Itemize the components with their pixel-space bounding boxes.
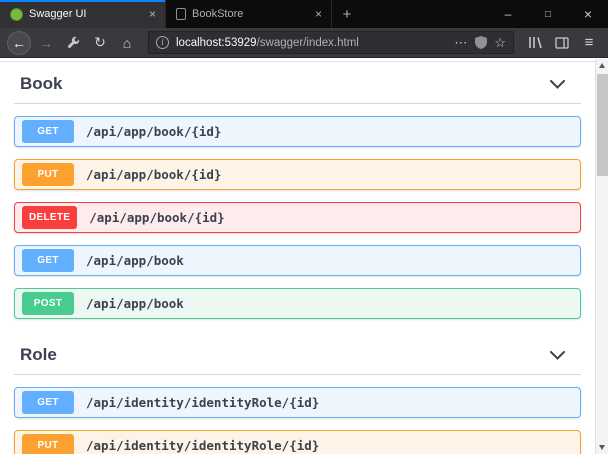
endpoint-row[interactable]: POST /api/app/book bbox=[14, 288, 581, 319]
minimize-button[interactable]: – bbox=[488, 0, 528, 28]
reload-button[interactable]: ↻ bbox=[88, 31, 112, 55]
endpoint-path: /api/identity/identityRole/{id} bbox=[86, 395, 319, 410]
page-favicon-icon bbox=[176, 8, 186, 20]
endpoint-row[interactable]: GET /api/identity/identityRole/{id} bbox=[14, 387, 581, 418]
section-header-role[interactable]: Role bbox=[14, 331, 581, 375]
menu-icon[interactable]: ≡ bbox=[577, 31, 601, 55]
tab-close-icon[interactable]: × bbox=[312, 7, 325, 21]
swagger-page: Book GET /api/app/book/{id} PUT /api/app… bbox=[0, 59, 595, 454]
section-header-book[interactable]: Book bbox=[14, 62, 581, 104]
section-title: Book bbox=[20, 74, 63, 94]
endpoint-path: /api/identity/identityRole/{id} bbox=[86, 438, 319, 453]
url-bar[interactable]: i localhost:53929/swagger/index.html ⋯ ☆ bbox=[148, 31, 514, 54]
tab-title: Swagger UI bbox=[29, 8, 140, 20]
triangle-down-icon bbox=[599, 445, 605, 450]
endpoint-row[interactable]: GET /api/app/book/{id} bbox=[14, 116, 581, 147]
method-badge: POST bbox=[22, 292, 74, 315]
endpoint-path: /api/app/book/{id} bbox=[89, 210, 224, 225]
section-title: Role bbox=[20, 345, 57, 365]
method-badge: GET bbox=[22, 391, 74, 414]
new-tab-button[interactable]: + bbox=[332, 0, 362, 28]
vertical-scrollbar[interactable] bbox=[595, 59, 608, 454]
scroll-down-icon[interactable] bbox=[596, 441, 608, 454]
endpoint-row[interactable]: PUT /api/identity/identityRole/{id} bbox=[14, 430, 581, 454]
endpoint-path: /api/app/book bbox=[86, 296, 184, 311]
home-button[interactable]: ⌂ bbox=[115, 31, 139, 55]
method-badge: GET bbox=[22, 249, 74, 272]
triangle-up-icon bbox=[599, 63, 605, 68]
tab-title: BookStore bbox=[192, 8, 306, 20]
url-host: localhost:53929 bbox=[176, 37, 257, 49]
endpoint-path: /api/app/book/{id} bbox=[86, 124, 221, 139]
page-actions-icon[interactable]: ⋯ bbox=[454, 35, 468, 51]
endpoint-path: /api/app/book bbox=[86, 253, 184, 268]
tab-swagger-ui[interactable]: Swagger UI × bbox=[0, 0, 166, 28]
sidebar-icon[interactable] bbox=[550, 31, 574, 55]
endpoint-list-role: GET /api/identity/identityRole/{id} PUT … bbox=[0, 375, 595, 454]
close-window-button[interactable]: × bbox=[568, 0, 608, 28]
url-path: /swagger/index.html bbox=[257, 37, 359, 49]
wrench-icon[interactable] bbox=[61, 31, 85, 55]
tab-close-icon[interactable]: × bbox=[146, 7, 159, 21]
scrollbar-thumb[interactable] bbox=[597, 74, 608, 176]
window-titlebar: Swagger UI × BookStore × + – □ × bbox=[0, 0, 608, 28]
method-badge: PUT bbox=[22, 434, 74, 454]
method-badge: PUT bbox=[22, 163, 74, 186]
shield-icon[interactable] bbox=[475, 36, 487, 49]
endpoint-list-book: GET /api/app/book/{id} PUT /api/app/book… bbox=[0, 104, 595, 319]
url-text: localhost:53929/swagger/index.html bbox=[176, 37, 447, 49]
browser-toolbar: ← → ↻ ⌂ i localhost:53929/swagger/index.… bbox=[0, 28, 608, 58]
swagger-favicon-icon bbox=[10, 8, 23, 21]
endpoint-path: /api/app/book/{id} bbox=[86, 167, 221, 182]
bookmark-star-icon[interactable]: ☆ bbox=[494, 35, 506, 51]
endpoint-row[interactable]: GET /api/app/book bbox=[14, 245, 581, 276]
chevron-down-icon[interactable] bbox=[550, 351, 565, 360]
titlebar-drag-area bbox=[362, 0, 488, 28]
method-badge: GET bbox=[22, 120, 74, 143]
chevron-down-icon[interactable] bbox=[550, 80, 565, 89]
library-icon[interactable] bbox=[523, 31, 547, 55]
back-button[interactable]: ← bbox=[7, 31, 31, 55]
maximize-button[interactable]: □ bbox=[528, 0, 568, 28]
tab-bookstore[interactable]: BookStore × bbox=[166, 0, 332, 28]
endpoint-row[interactable]: PUT /api/app/book/{id} bbox=[14, 159, 581, 190]
forward-button[interactable]: → bbox=[34, 31, 58, 55]
site-info-icon[interactable]: i bbox=[156, 36, 169, 49]
scroll-up-icon[interactable] bbox=[596, 59, 608, 72]
method-badge: DELETE bbox=[22, 206, 77, 229]
window-controls: – □ × bbox=[488, 0, 608, 28]
endpoint-row[interactable]: DELETE /api/app/book/{id} bbox=[14, 202, 581, 233]
